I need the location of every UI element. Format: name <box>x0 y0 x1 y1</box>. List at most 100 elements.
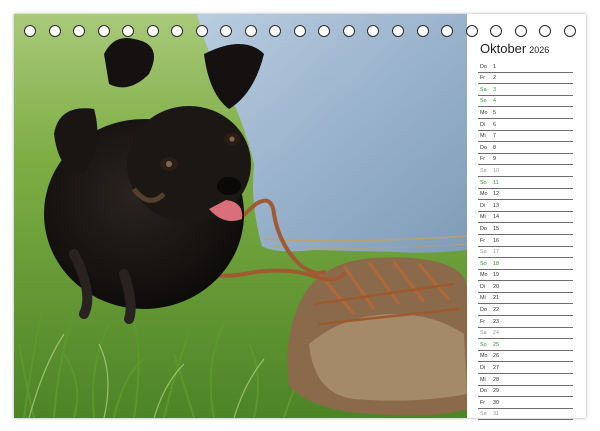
binding-ring <box>441 25 454 37</box>
day-row: Mo 19 <box>478 270 573 282</box>
binding-ring <box>269 25 282 37</box>
day-number: 5 <box>493 109 496 116</box>
binding-ring <box>24 25 36 37</box>
binding-ring <box>416 25 429 37</box>
day-weekday: Fr <box>480 399 486 406</box>
day-weekday: Do <box>480 144 487 151</box>
month-year: 2026 <box>529 45 550 55</box>
day-number: 27 <box>493 365 499 372</box>
day-weekday: So <box>480 341 487 348</box>
day-row: Fr 30 <box>478 397 573 409</box>
day-row: Di 6 <box>478 119 573 131</box>
day-row: Sa 17 <box>478 247 573 259</box>
binding-ring <box>220 25 233 37</box>
binding-ring <box>244 25 257 37</box>
binding-ring <box>391 25 404 37</box>
binding-ring <box>367 25 380 37</box>
day-row: Sa 24 <box>478 328 573 340</box>
day-weekday: So <box>480 260 487 267</box>
binding-ring <box>122 25 135 37</box>
day-number: 20 <box>493 283 499 290</box>
day-number: 26 <box>493 353 499 360</box>
binding-ring <box>342 25 355 37</box>
binding-ring <box>318 25 331 37</box>
day-row: Mo 5 <box>478 107 573 119</box>
day-row: Mi 7 <box>478 131 573 143</box>
binding-ring <box>73 25 86 37</box>
binding-ring <box>293 25 306 37</box>
day-row: Mo 26 <box>478 351 573 363</box>
day-weekday: Do <box>480 388 487 395</box>
binding-ring <box>514 25 527 37</box>
day-number: 24 <box>493 330 499 337</box>
day-number: 3 <box>493 86 496 93</box>
day-weekday: Di <box>480 365 486 372</box>
day-row: Fr 23 <box>478 316 573 328</box>
day-number: 14 <box>493 214 499 221</box>
month-header: Oktober 2026 <box>480 40 580 58</box>
day-number: 19 <box>493 272 499 279</box>
day-number: 10 <box>493 167 499 174</box>
day-number: 31 <box>493 411 499 418</box>
binding-ring <box>171 25 184 37</box>
day-number: 9 <box>493 156 496 163</box>
day-number: 4 <box>493 98 496 105</box>
day-number: 13 <box>493 202 499 209</box>
binding-ring <box>48 25 61 37</box>
calendar-page: Oktober 2026 Do 1 Fr 2 Sa 3 So 4 Mo 5 Di 6 Mi 7 Do 8 Fr 9 S… <box>14 14 586 421</box>
day-row: So 25 <box>478 339 573 351</box>
day-row: Di 20 <box>478 281 573 293</box>
day-weekday: Do <box>480 225 487 232</box>
day-weekday: Fr <box>480 237 486 244</box>
day-number: 22 <box>493 307 499 314</box>
day-number: 7 <box>493 133 496 140</box>
day-row: So 11 <box>478 177 573 189</box>
day-row: Do 8 <box>478 142 573 154</box>
day-weekday: Fr <box>480 156 486 163</box>
day-weekday: Fr <box>480 75 486 82</box>
day-weekday: Sa <box>480 411 487 418</box>
binding-ring <box>563 25 576 37</box>
day-weekday: Mi <box>480 133 486 140</box>
day-weekday: Mo <box>480 272 488 279</box>
day-number: 1 <box>493 63 496 70</box>
day-row: Do 22 <box>478 304 573 317</box>
day-row: Fr 9 <box>478 154 573 166</box>
day-weekday: Mo <box>480 191 488 198</box>
day-weekday: Mo <box>480 109 488 116</box>
day-row: Mi 21 <box>478 293 573 305</box>
day-weekday: Do <box>480 63 487 70</box>
day-number: 29 <box>493 388 499 395</box>
day-row: Mi 28 <box>478 374 573 386</box>
day-number: 18 <box>493 260 499 267</box>
day-number: 6 <box>493 121 496 128</box>
day-row: Do 29 <box>478 386 573 398</box>
day-number: 16 <box>493 237 499 244</box>
binding-ring <box>539 25 552 37</box>
binding-ring <box>146 25 159 37</box>
day-row: Sa 3 <box>478 84 573 96</box>
day-row: Sa 10 <box>478 165 573 177</box>
day-weekday: Mo <box>480 353 488 360</box>
month-name: Oktober <box>480 41 527 56</box>
day-weekday: Sa <box>480 249 487 256</box>
day-list: Do 1 Fr 2 Sa 3 So 4 Mo 5 Di 6 Mi 7 Do 8 Fr 9 Sa 10 So 11 Mo 12 D… <box>478 61 573 421</box>
day-row: Mo 12 <box>478 189 573 201</box>
day-number: 15 <box>493 225 499 232</box>
day-weekday: Di <box>480 202 486 209</box>
day-weekday: Mi <box>480 295 486 302</box>
day-row: Di 27 <box>478 362 573 375</box>
day-number: 8 <box>493 144 496 151</box>
day-number: 23 <box>493 318 499 325</box>
day-weekday: Do <box>480 307 487 314</box>
day-row: Fr 16 <box>478 235 573 247</box>
day-weekday: Mi <box>480 376 486 383</box>
day-weekday: Sa <box>480 330 487 337</box>
day-weekday: Fr <box>480 318 486 325</box>
day-number: 30 <box>493 399 499 406</box>
photo-puppy-with-leash <box>14 14 467 418</box>
day-row: Di 13 <box>478 200 573 212</box>
day-row: Sa 31 <box>478 409 573 421</box>
day-number: 12 <box>493 191 499 198</box>
day-weekday: Sa <box>480 86 487 93</box>
